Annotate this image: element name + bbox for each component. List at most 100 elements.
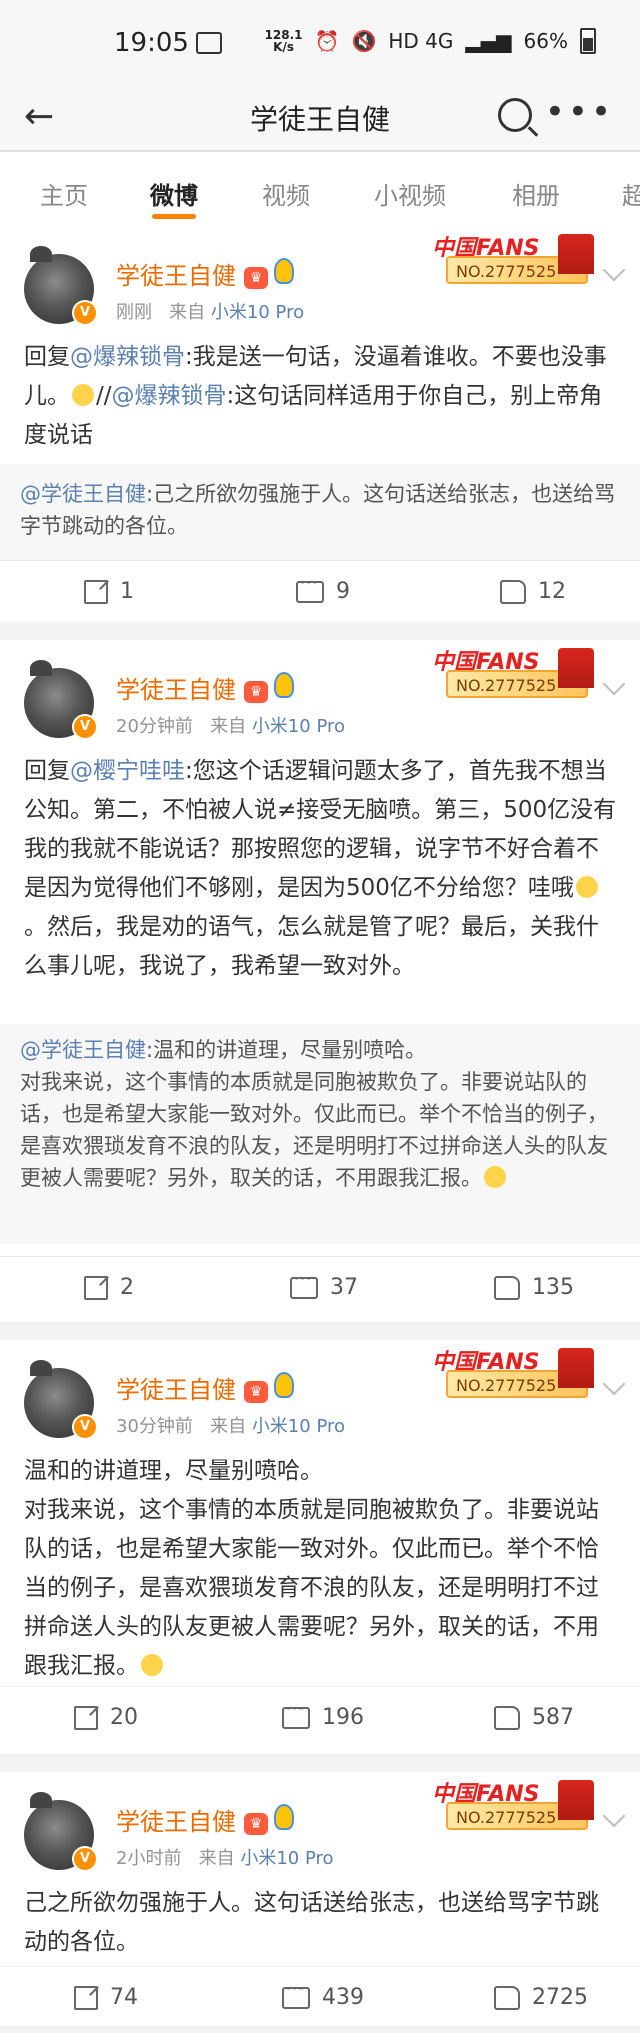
post-card[interactable]: V 学徒王自健 ♛ 30分钟前 来自 小米10 Pro 中国FANS NO.2777… <box>0 1340 640 1754</box>
cat-ears <box>30 1360 52 1376</box>
share-icon <box>74 1705 98 1730</box>
post-meta: 20分钟前 来自 小米10 Pro <box>116 716 345 737</box>
avatar[interactable]: V <box>24 1360 98 1440</box>
status-bar: 19:05 128.1 K/s ⏰ 🔇 HD 4G ▂▄▆ 66% <box>0 0 640 86</box>
repost-quote[interactable]: @学徒王自健:温和的讲道理，尽量别喷哈。 对我来说，这个事情的本质就是同胞被欺负了… <box>0 1024 640 1244</box>
share-icon <box>84 579 108 604</box>
like-button[interactable]: 2725 <box>494 1985 588 2010</box>
repost-button[interactable]: 2 <box>84 1275 134 1300</box>
avatar[interactable]: V <box>24 660 98 740</box>
like-button[interactable]: 587 <box>494 1705 574 1730</box>
crown-icon: ♛ <box>244 267 268 289</box>
post-card[interactable]: V 学徒王自健 ♛ 刚刚 来自 小米10 Pro 中国FANS NO.2777525… <box>0 226 640 622</box>
eye-roll-emoji-icon <box>575 876 598 898</box>
divider <box>0 1322 640 1340</box>
status-time: 19:05 <box>114 28 189 58</box>
comment-icon <box>282 1979 310 2009</box>
chevron-down-icon[interactable] <box>602 1372 626 1396</box>
mention-link[interactable]: @樱宁哇哇 <box>70 758 185 784</box>
bulb-icon <box>274 672 294 698</box>
post-actions: 74 439 2725 <box>0 1966 640 2033</box>
post-actions: 1 9 12 <box>0 560 640 627</box>
post-username[interactable]: 学徒王自健 ♛ <box>116 1370 294 1405</box>
signal-icon: ▂▄▆ <box>465 29 512 53</box>
post-card[interactable]: V 学徒王自健 ♛ 20分钟前 来自 小米10 Pro 中国FANS NO.2777… <box>0 640 640 1322</box>
repost-button[interactable]: 20 <box>74 1705 138 1730</box>
bulb-icon <box>274 258 294 284</box>
comment-button[interactable]: 439 <box>282 1979 364 2010</box>
comment-button[interactable]: 9 <box>296 573 350 604</box>
chevron-down-icon[interactable] <box>602 258 626 282</box>
tab-short-video[interactable]: 小视频 <box>374 176 446 211</box>
fans-badge: 中国FANS NO.2777525 <box>432 230 594 288</box>
fans-badge: 中国FANS NO.2777525 <box>432 644 594 702</box>
mention-link[interactable]: @学徒王自健 <box>20 482 146 506</box>
fans-badge: 中国FANS NO.2777525 <box>432 1776 594 1834</box>
bulb-icon <box>274 1804 294 1830</box>
repost-button[interactable]: 74 <box>74 1985 138 2010</box>
tiananmen-icon <box>558 1348 594 1388</box>
tab-video[interactable]: 视频 <box>262 176 310 211</box>
fans-badge: 中国FANS NO.2777525 <box>432 1344 594 1402</box>
network-label: HD 4G <box>388 29 454 53</box>
post-username[interactable]: 学徒王自健 ♛ <box>116 256 294 291</box>
thumbs-up-icon <box>494 1275 520 1300</box>
post-actions: 2 37 135 <box>0 1256 640 1323</box>
thumbs-up-icon <box>500 579 526 604</box>
verified-badge-icon: V <box>72 300 98 326</box>
top-nav-bar: ← 学徒王自健 ••• <box>0 86 640 150</box>
doge-emoji-icon <box>141 1654 163 1676</box>
comment-button[interactable]: 37 <box>290 1269 358 1300</box>
post-username[interactable]: 学徒王自健 ♛ <box>116 670 294 705</box>
mention-link[interactable]: @爆辣锁骨 <box>70 344 185 370</box>
status-icons: 128.1 K/s ⏰ 🔇 HD 4G ▂▄▆ 66% <box>265 28 596 54</box>
tiananmen-icon <box>558 648 594 688</box>
avatar[interactable]: V <box>24 246 98 326</box>
crown-icon: ♛ <box>244 1381 268 1403</box>
tab-album[interactable]: 相册 <box>512 176 560 211</box>
mention-link[interactable]: @学徒王自健 <box>20 1038 146 1062</box>
bulb-icon <box>274 1372 294 1398</box>
cat-emoji-icon <box>72 384 94 406</box>
post-text: 温和的讲道理，尽量别喷哈。 对我来说，这个事情的本质就是同胞被欺负了。非要说站队的… <box>24 1458 599 1679</box>
divider <box>0 1754 640 1772</box>
battery-icon <box>580 28 596 54</box>
cat-ears <box>30 246 52 262</box>
tiananmen-icon <box>558 234 594 274</box>
crown-icon: ♛ <box>244 681 268 703</box>
tab-weibo[interactable]: 微博 <box>150 176 198 219</box>
tab-super[interactable]: 超 <box>622 176 640 211</box>
post-meta: 30分钟前 来自 小米10 Pro <box>116 1416 345 1437</box>
repost-button[interactable]: 1 <box>84 579 134 604</box>
search-icon[interactable] <box>498 98 532 132</box>
post-meta: 2小时前 来自 小米10 Pro <box>116 1848 334 1869</box>
divider <box>0 622 640 640</box>
cat-ears <box>30 1792 52 1808</box>
like-button[interactable]: 12 <box>500 579 566 604</box>
alarm-icon: ⏰ <box>314 29 340 53</box>
share-icon <box>84 1275 108 1300</box>
verified-badge-icon: V <box>72 1414 98 1440</box>
verified-badge-icon: V <box>72 1846 98 1872</box>
mention-link[interactable]: @爆辣锁骨 <box>112 383 227 409</box>
thumbs-up-icon <box>494 1705 520 1730</box>
chevron-down-icon[interactable] <box>602 1804 626 1828</box>
post-card[interactable]: V 学徒王自健 ♛ 2小时前 来自 小米10 Pro 中国FANS NO.27775… <box>0 1772 640 2026</box>
comment-button[interactable]: 196 <box>282 1699 364 1730</box>
cat-ears <box>30 660 52 676</box>
repost-quote[interactable]: @学徒王自健:己之所欲勿强施于人。这句话送给张志，也送给骂字节跳动的各位。 <box>0 464 640 560</box>
post-text: 回复@樱宁哇哇:您这个话逻辑问题太多了，首先我不想当公知。第二，不怕被人说≠接受… <box>24 758 617 979</box>
comment-icon <box>296 573 324 603</box>
battery-level: 66% <box>523 29 568 53</box>
chevron-down-icon[interactable] <box>602 672 626 696</box>
post-actions: 20 196 587 <box>0 1686 640 1753</box>
avatar[interactable]: V <box>24 1792 98 1872</box>
tab-home[interactable]: 主页 <box>40 176 88 211</box>
post-text: 己之所欲勿强施于人。这句话送给张志，也送给骂字节跳动的各位。 <box>24 1890 599 1955</box>
post-username[interactable]: 学徒王自健 ♛ <box>116 1802 294 1837</box>
gallery-icon <box>196 32 222 54</box>
more-icon[interactable]: ••• <box>545 92 614 132</box>
like-button[interactable]: 135 <box>494 1275 574 1300</box>
mute-icon: 🔇 <box>351 29 377 53</box>
verified-badge-icon: V <box>72 714 98 740</box>
